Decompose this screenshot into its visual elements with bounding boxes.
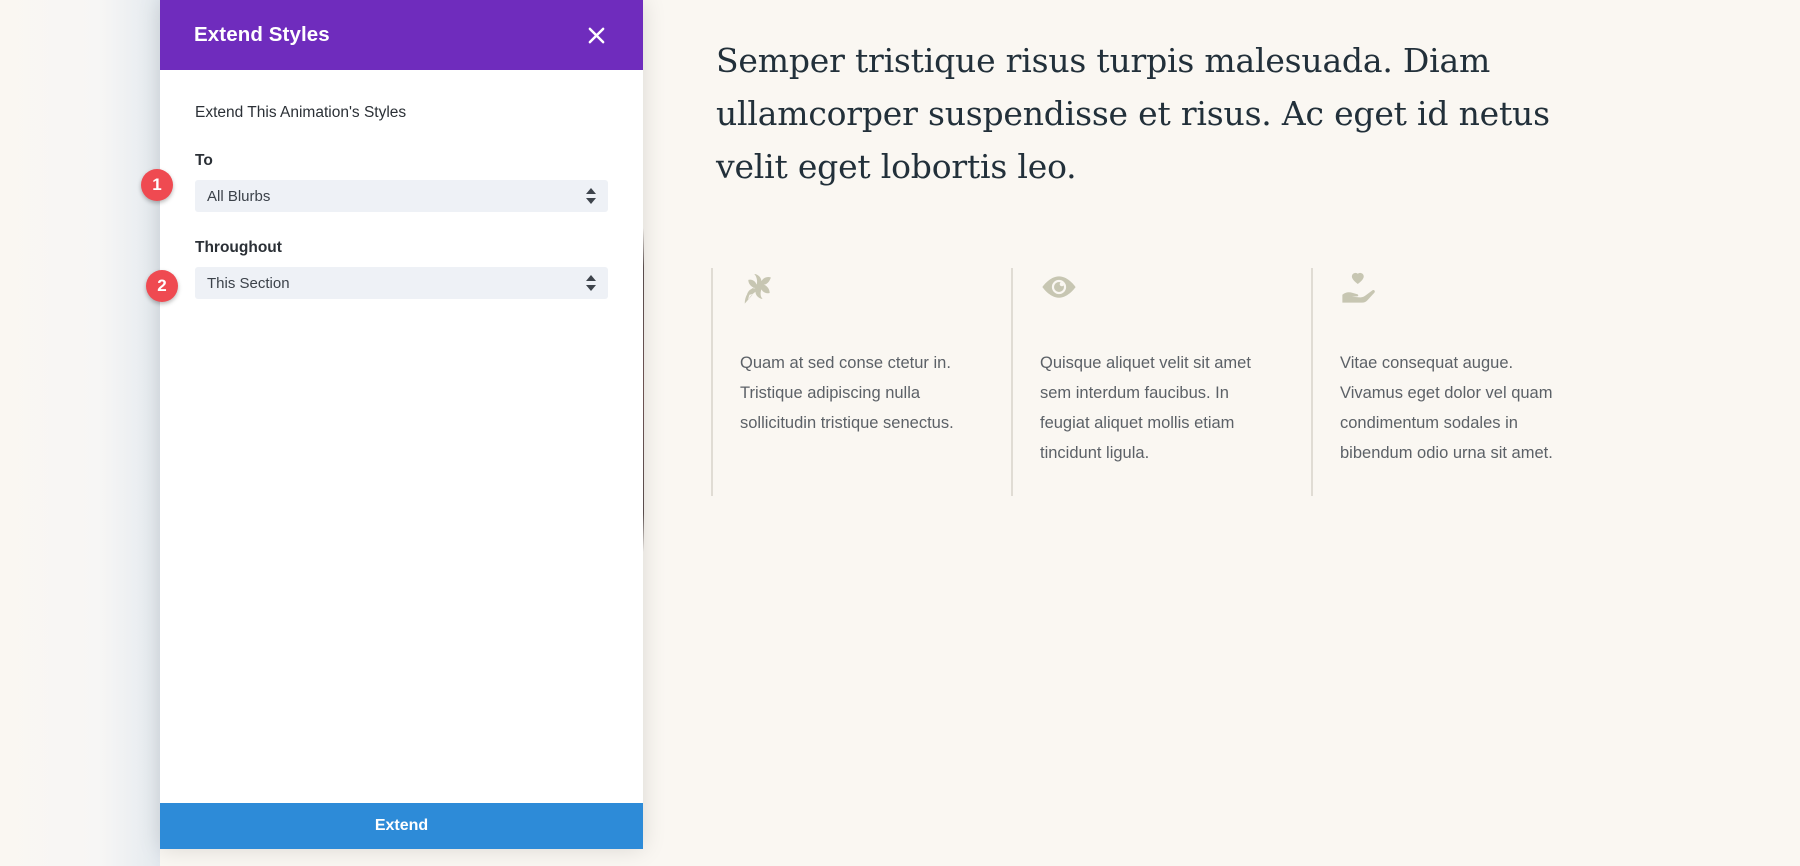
callout-badge-2: 2 (146, 270, 178, 302)
section-label: Extend This Animation's Styles (195, 104, 407, 121)
extend-button[interactable]: Extend (160, 803, 643, 849)
blurb-item: Quisque aliquet velit sit amet sem inter… (1011, 268, 1311, 496)
blurb-item: Quam at sed conse ctetur in. Tristique a… (711, 268, 1011, 496)
page-content: Semper tristique risus turpis malesuada.… (711, 0, 1800, 866)
field-label-throughout: Throughout (195, 239, 282, 256)
page-heading: Semper tristique risus turpis malesuada.… (716, 41, 1550, 186)
select-to-wrap: All Blurbs (195, 180, 608, 212)
select-to[interactable]: All Blurbs (195, 180, 608, 212)
select-throughout-wrap: This Section (195, 267, 608, 299)
eye-icon (1040, 268, 1311, 316)
blurb-text: Quam at sed conse ctetur in. Tristique a… (740, 354, 954, 432)
modal-title: Extend Styles (194, 23, 330, 46)
leaf-icon (740, 268, 1011, 316)
extend-styles-modal: Extend Styles Extend This Animation's St… (160, 0, 643, 849)
blurb-text: Vitae consequat augue. Vivamus eget dolo… (1340, 354, 1553, 462)
field-to: To All Blurbs (195, 152, 608, 212)
blurb-text: Quisque aliquet velit sit amet sem inter… (1040, 354, 1251, 462)
modal-body: Extend This Animation's Styles To All Bl… (160, 70, 643, 803)
select-throughout[interactable]: This Section (195, 267, 608, 299)
modal-header: Extend Styles (160, 0, 643, 70)
callout-badge-1: 1 (141, 169, 173, 201)
blurb-row: Quam at sed conse ctetur in. Tristique a… (711, 268, 1711, 496)
blurb-item: Vitae consequat augue. Vivamus eget dolo… (1311, 268, 1611, 496)
heart-in-hand-icon (1340, 268, 1611, 316)
extend-button-label: Extend (374, 817, 429, 834)
field-throughout: Throughout This Section (195, 239, 608, 299)
field-label-to: To (195, 152, 213, 169)
close-icon[interactable] (581, 20, 611, 50)
select-throughout-value: This Section (207, 274, 290, 292)
select-to-value: All Blurbs (207, 187, 271, 205)
